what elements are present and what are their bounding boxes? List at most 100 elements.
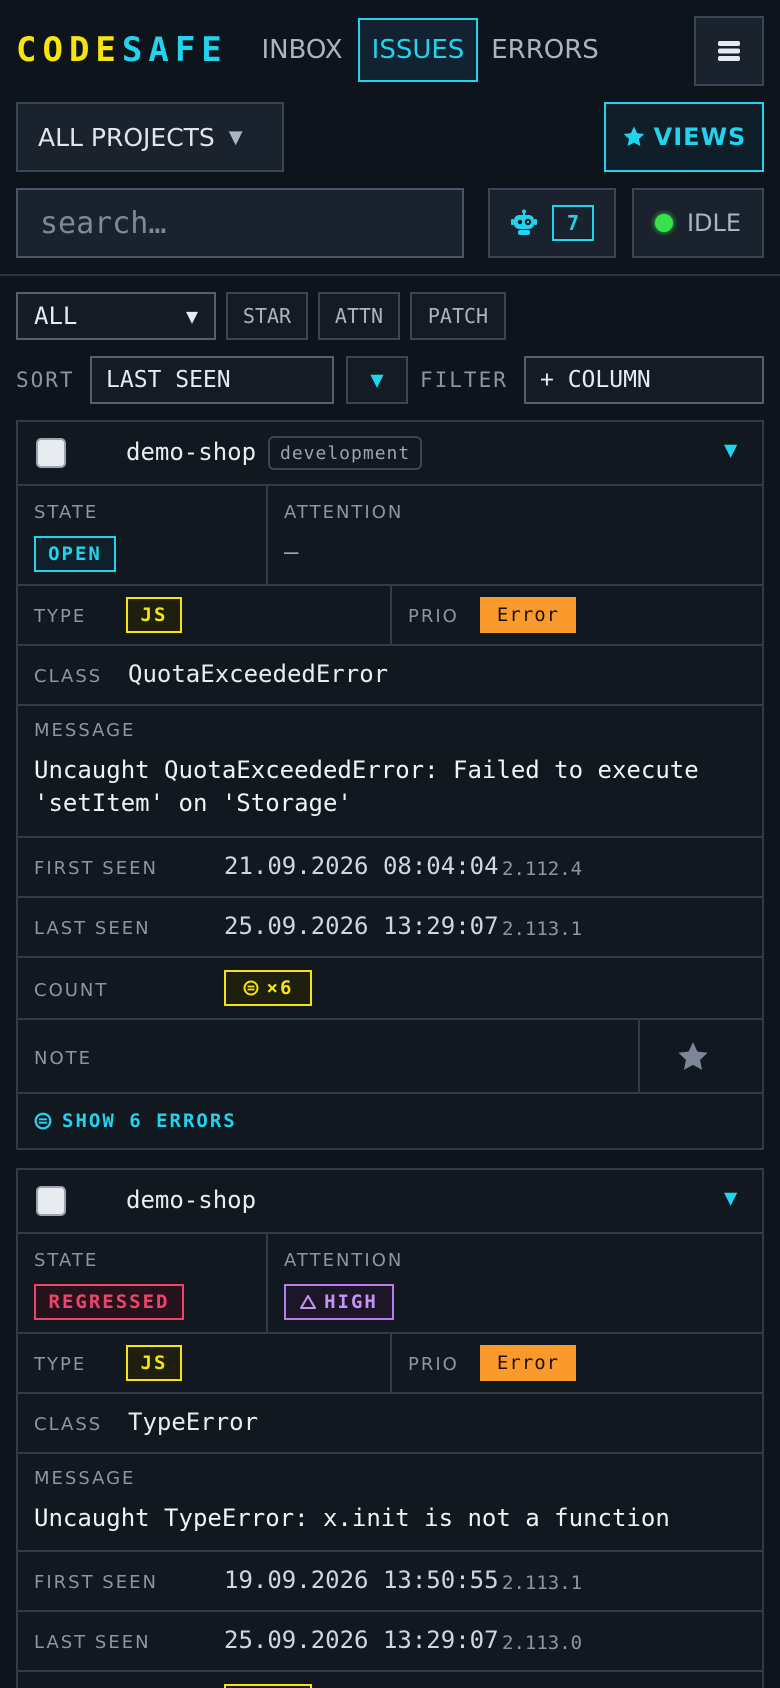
- last-seen-version: 2.113.1: [502, 918, 583, 940]
- scope-select[interactable]: ALL ▼: [16, 292, 216, 340]
- star-icon: [678, 1042, 708, 1070]
- show-errors-link[interactable]: SHOW 6 ERRORS: [34, 1110, 237, 1132]
- type-label: TYPE: [34, 606, 87, 627]
- project-select[interactable]: ALL PROJECTS ▼: [16, 102, 284, 172]
- header-divider: [0, 274, 780, 276]
- attention-value: HIGH: [324, 1291, 378, 1313]
- first-seen-value: 19.09.2026 13:50:55: [224, 1566, 499, 1594]
- chip-label: PATCH: [427, 304, 489, 328]
- last-seen-label: LAST SEEN: [34, 918, 151, 939]
- count-label: COUNT: [34, 980, 109, 1001]
- caret-down-icon: ▼: [185, 304, 198, 328]
- stack-icon: [34, 1112, 52, 1130]
- scope-select-value: ALL: [34, 302, 78, 330]
- menu-stack-icon: [718, 41, 740, 61]
- bot-button[interactable]: 7: [488, 188, 616, 258]
- status-indicator[interactable]: IDLE: [632, 188, 764, 258]
- sort-label: SORT: [16, 368, 75, 392]
- first-seen-value: 21.09.2026 08:04:04: [224, 852, 499, 880]
- caret-down-icon: ▼: [370, 367, 384, 393]
- nav-tab-label: ISSUES: [371, 35, 465, 65]
- prio-badge: Error: [480, 597, 576, 633]
- count-badge: ×6: [224, 970, 312, 1006]
- nav-tab-inbox[interactable]: INBOX: [258, 18, 346, 82]
- message-label: MESSAGE: [34, 1468, 136, 1489]
- issue-project[interactable]: demo-shop: [126, 1186, 256, 1214]
- state-label: STATE: [34, 502, 99, 523]
- first-seen-version: 2.112.4: [502, 858, 583, 880]
- environment-tag: development: [268, 436, 423, 470]
- logo-text-code: CODE: [16, 30, 122, 70]
- state-badge: REGRESSED: [34, 1284, 184, 1320]
- count-value: ×6: [266, 977, 294, 999]
- filter-chip-star[interactable]: STAR: [226, 292, 308, 340]
- note-label: NOTE: [34, 1048, 93, 1069]
- sort-select[interactable]: LAST SEEN: [90, 356, 334, 404]
- issue-checkbox[interactable]: [36, 438, 66, 468]
- attention-label: ATTENTION: [284, 1250, 404, 1271]
- chip-label: STAR: [242, 304, 292, 328]
- count-badge-partial: [224, 1684, 312, 1688]
- expand-caret-icon[interactable]: ▼: [724, 1186, 737, 1211]
- first-seen-version: 2.113.1: [502, 1572, 583, 1594]
- show-errors-label: SHOW 6 ERRORS: [62, 1110, 237, 1132]
- robot-icon: [511, 209, 537, 235]
- last-seen-version: 2.113.0: [502, 1632, 583, 1654]
- attention-value: —: [284, 538, 299, 566]
- issue-card: demo-shop ▼ STATE REGRESSED ATTENTION HI…: [16, 1168, 764, 1688]
- issue-checkbox[interactable]: [36, 1186, 66, 1216]
- message-value: Uncaught QuotaExceededError: Failed to e…: [34, 756, 699, 817]
- sort-direction-button[interactable]: ▼: [346, 356, 408, 404]
- filter-chip-patch[interactable]: PATCH: [410, 292, 506, 340]
- nav-tab-issues[interactable]: ISSUES: [358, 18, 478, 82]
- project-select-value: ALL PROJECTS: [38, 122, 215, 152]
- menu-button[interactable]: [694, 16, 764, 86]
- last-seen-label: LAST SEEN: [34, 1632, 151, 1653]
- add-column-label: + COLUMN: [540, 367, 651, 393]
- first-seen-label: FIRST SEEN: [34, 1572, 158, 1593]
- sort-select-value: LAST SEEN: [106, 367, 231, 393]
- stack-icon: [243, 980, 259, 996]
- state-label: STATE: [34, 1250, 99, 1271]
- state-badge: OPEN: [34, 536, 116, 572]
- status-dot-icon: [654, 214, 673, 232]
- type-badge: JS: [126, 597, 182, 633]
- status-label: IDLE: [686, 209, 742, 237]
- class-value: QuotaExceededError: [128, 660, 389, 688]
- chip-label: ATTN: [334, 304, 384, 328]
- prio-badge: Error: [480, 1345, 576, 1381]
- first-seen-label: FIRST SEEN: [34, 858, 158, 879]
- filter-chip-attn[interactable]: ATTN: [318, 292, 400, 340]
- views-button[interactable]: VIEWS: [604, 102, 764, 172]
- class-value: TypeError: [128, 1408, 259, 1436]
- attention-label: ATTENTION: [284, 502, 404, 523]
- nav-tab-label: ERRORS: [491, 35, 599, 65]
- logo-text-safe: SAFE: [121, 30, 228, 70]
- prio-label: PRIO: [408, 1354, 459, 1375]
- caret-down-icon: ▼: [228, 126, 243, 148]
- nav-tab-errors[interactable]: ERRORS: [490, 18, 600, 82]
- last-seen-value: 25.09.2026 13:29:07: [224, 912, 499, 940]
- search-input[interactable]: [16, 188, 464, 258]
- star-icon: [623, 126, 644, 147]
- add-column-button[interactable]: + COLUMN: [524, 356, 764, 404]
- class-label: CLASS: [34, 1414, 103, 1435]
- bot-count-badge: 7: [552, 205, 594, 241]
- issue-card: demo-shop development ▼ STATE OPEN ATTEN…: [16, 420, 764, 1150]
- prio-label: PRIO: [408, 606, 459, 627]
- issue-project[interactable]: demo-shop: [126, 438, 256, 466]
- views-label: VIEWS: [653, 123, 747, 151]
- message-value: Uncaught TypeError: x.init is not a func…: [34, 1504, 670, 1532]
- class-label: CLASS: [34, 666, 103, 687]
- type-label: TYPE: [34, 1354, 87, 1375]
- last-seen-value: 25.09.2026 13:29:07: [224, 1626, 499, 1654]
- attention-badge: HIGH: [284, 1284, 394, 1320]
- message-label: MESSAGE: [34, 720, 136, 741]
- expand-caret-icon[interactable]: ▼: [724, 438, 737, 463]
- type-badge: JS: [126, 1345, 182, 1381]
- star-toggle[interactable]: [676, 1040, 710, 1078]
- warning-triangle-icon: [300, 1295, 317, 1309]
- nav-tab-label: INBOX: [261, 35, 343, 65]
- app-logo[interactable]: CODESAFE: [16, 30, 228, 70]
- filter-label: FILTER: [420, 368, 508, 392]
